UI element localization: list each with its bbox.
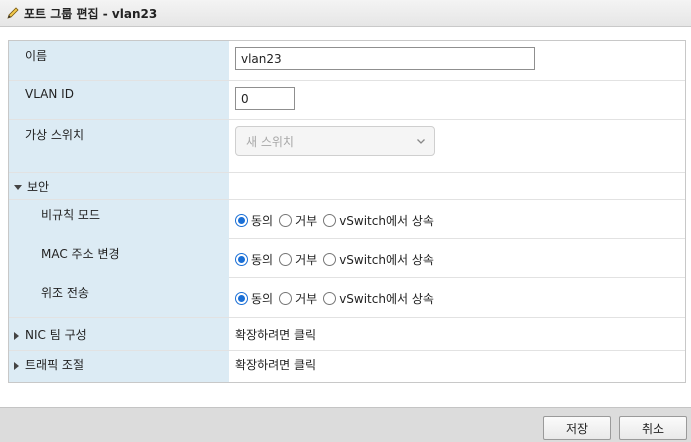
radio-label: vSwitch에서 상속	[339, 214, 434, 228]
vswitch-row: 가상 스위치 새 스위치	[9, 120, 685, 173]
nic-teaming-label: NIC 팀 구성	[25, 328, 87, 342]
port-group-form: 이름 VLAN ID 가상 스위치 새 스위치 보안	[8, 40, 686, 383]
dialog-titlebar: 포트 그룹 편집 - vlan23	[0, 0, 691, 27]
radio-label: 동의	[251, 292, 274, 306]
radio-label: 동의	[251, 253, 274, 267]
radio-option-reject[interactable]: 거부	[279, 212, 317, 229]
radio-button[interactable]	[235, 253, 248, 266]
security-label: 보안	[27, 180, 50, 194]
dialog-title: 포트 그룹 편집 - vlan23	[24, 6, 158, 21]
nic-teaming-expand-hint[interactable]: 확장하려면 클릭	[235, 326, 316, 343]
radio-option-inherit[interactable]: vSwitch에서 상속	[323, 290, 434, 307]
radio-option-accept[interactable]: 동의	[235, 251, 273, 268]
security-toggle[interactable]: 보안	[14, 178, 49, 195]
mac-address-changes-label: MAC 주소 변경	[41, 247, 120, 261]
traffic-shaping-expand-hint[interactable]: 확장하려면 클릭	[235, 356, 316, 373]
promiscuous-mode-radios: 동의 거부 vSwitch에서 상속	[235, 212, 440, 229]
radio-button[interactable]	[279, 214, 293, 227]
radio-label: 거부	[295, 253, 318, 267]
vlan-id-input[interactable]	[235, 87, 295, 110]
radio-label: vSwitch에서 상속	[339, 253, 434, 267]
vlan-id-label: VLAN ID	[25, 87, 74, 101]
forged-transmits-radios: 동의 거부 vSwitch에서 상속	[235, 290, 440, 307]
security-section-header[interactable]: 보안	[9, 173, 685, 200]
radio-option-reject[interactable]: 거부	[279, 251, 317, 268]
radio-option-reject[interactable]: 거부	[279, 290, 317, 307]
dialog-body: 이름 VLAN ID 가상 스위치 새 스위치 보안	[0, 27, 691, 407]
radio-button[interactable]	[279, 253, 293, 266]
vlan-id-row: VLAN ID	[9, 81, 685, 120]
vswitch-label: 가상 스위치	[25, 128, 85, 142]
forged-transmits-label: 위조 전송	[41, 286, 89, 300]
mac-address-changes-radios: 동의 거부 vSwitch에서 상속	[235, 251, 440, 268]
nic-teaming-toggle[interactable]: NIC 팀 구성	[14, 326, 87, 343]
traffic-shaping-row[interactable]: 트래픽 조절 확장하려면 클릭	[9, 351, 685, 384]
radio-label: vSwitch에서 상속	[339, 292, 434, 306]
radio-label: 동의	[251, 214, 274, 228]
pencil-icon	[7, 7, 19, 19]
collapsed-triangle-icon	[14, 361, 19, 370]
forged-transmits-row: 위조 전송 동의 거부 vSwitch에서 상속	[9, 278, 685, 318]
nic-teaming-row[interactable]: NIC 팀 구성 확장하려면 클릭	[9, 318, 685, 351]
dialog-footer: 저장 취소	[0, 407, 691, 442]
radio-option-accept[interactable]: 동의	[235, 290, 273, 307]
vswitch-select-value: 새 스위치	[246, 134, 294, 149]
radio-label: 거부	[295, 292, 318, 306]
mac-address-changes-row: MAC 주소 변경 동의 거부 vSwitch에서 상속	[9, 239, 685, 278]
radio-option-accept[interactable]: 동의	[235, 212, 273, 229]
radio-button[interactable]	[235, 214, 248, 227]
radio-button[interactable]	[323, 253, 337, 266]
promiscuous-mode-label: 비규칙 모드	[41, 208, 101, 222]
promiscuous-mode-row: 비규칙 모드 동의 거부 vSwitch에서 상속	[9, 200, 685, 239]
radio-button[interactable]	[235, 292, 248, 305]
name-label: 이름	[25, 49, 48, 63]
radio-button[interactable]	[323, 214, 337, 227]
save-button[interactable]: 저장	[543, 416, 611, 440]
name-row: 이름	[9, 41, 685, 81]
name-input[interactable]	[235, 47, 535, 70]
radio-label: 거부	[295, 214, 318, 228]
cancel-button[interactable]: 취소	[619, 416, 687, 440]
traffic-shaping-label: 트래픽 조절	[25, 358, 85, 372]
radio-button[interactable]	[279, 292, 293, 305]
chevron-down-icon	[417, 139, 425, 144]
traffic-shaping-toggle[interactable]: 트래픽 조절	[14, 356, 84, 373]
collapsed-triangle-icon	[14, 331, 19, 340]
radio-option-inherit[interactable]: vSwitch에서 상속	[323, 251, 434, 268]
expanded-triangle-icon	[14, 185, 22, 190]
radio-option-inherit[interactable]: vSwitch에서 상속	[323, 212, 434, 229]
radio-button[interactable]	[323, 292, 337, 305]
vswitch-select[interactable]: 새 스위치	[235, 126, 435, 156]
